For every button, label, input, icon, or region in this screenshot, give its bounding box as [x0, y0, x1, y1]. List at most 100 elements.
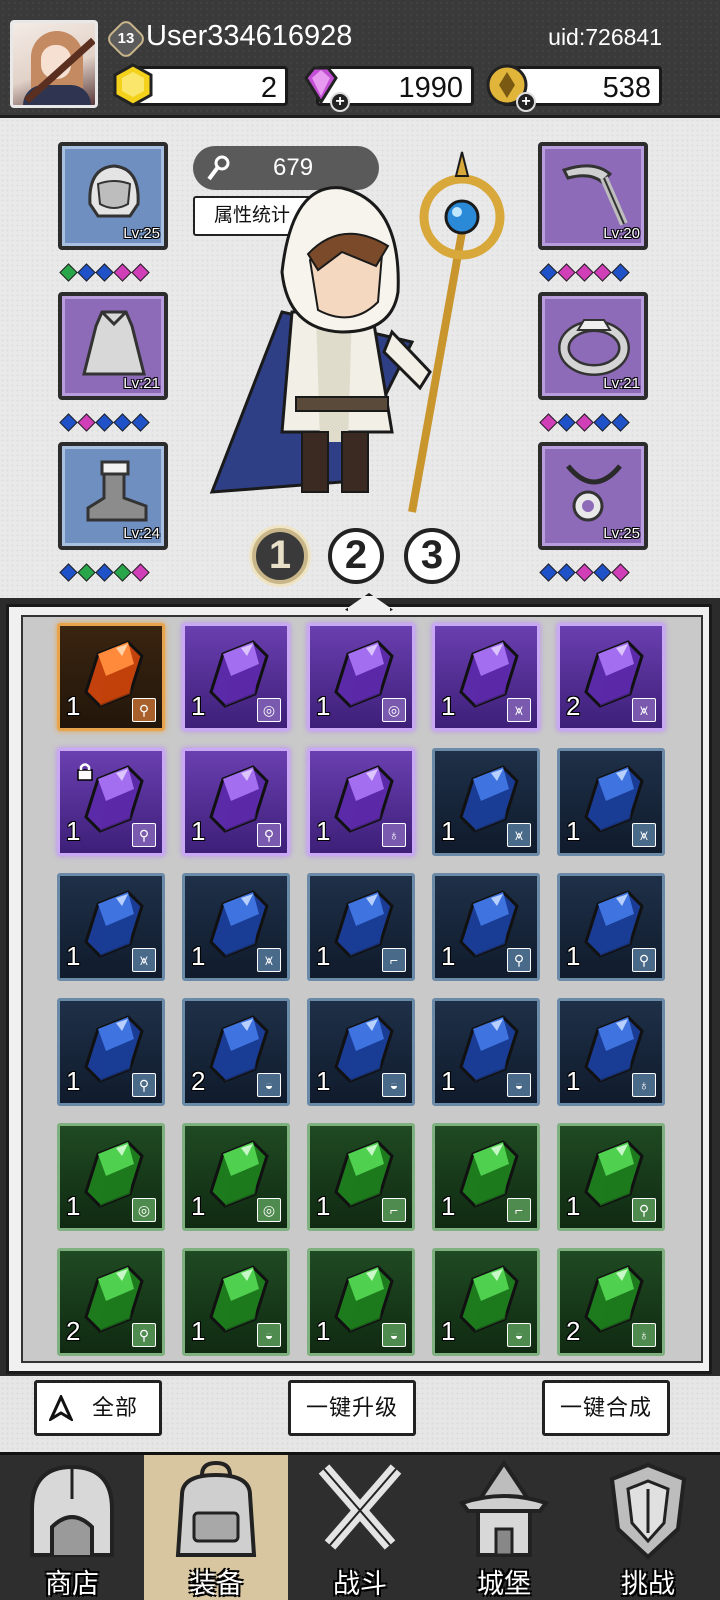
inventory-slot[interactable]: 1 ♁: [307, 748, 415, 856]
item-count: 1: [316, 1316, 331, 1346]
inventory-slot[interactable]: 1 ♁: [557, 998, 665, 1106]
helmet-slot[interactable]: Lv:25: [58, 142, 168, 250]
item-count: 1: [441, 691, 456, 721]
item-count: 1: [316, 816, 331, 846]
armor-gem-row: [59, 413, 150, 432]
upgrade-all-button[interactable]: 一键升级: [288, 1380, 416, 1436]
armor-level: Lv:21: [123, 375, 160, 392]
inventory-slot[interactable]: 1 ◒: [432, 998, 540, 1106]
boots-gem-row: [59, 563, 150, 582]
inventory-slot[interactable]: 2 ⩙: [557, 623, 665, 731]
armor-type-icon: ⩙: [632, 698, 656, 722]
inventory-slot[interactable]: 1 ⩙: [432, 748, 540, 856]
boots-slot[interactable]: Lv:24: [58, 442, 168, 550]
inventory-slot[interactable]: 1 ⩙: [57, 873, 165, 981]
item-count: 1: [441, 1191, 456, 1221]
filter-all-label: 全部: [91, 1395, 138, 1420]
weapon-type-icon: ⚲: [132, 698, 156, 722]
weapon-type-icon: ⚲: [132, 1073, 156, 1097]
coin-value: 538: [602, 72, 651, 104]
inventory-slot[interactable]: 1 ⌐: [432, 1123, 540, 1231]
necklace-type-icon: ♁: [382, 823, 406, 847]
item-count: 1: [441, 1066, 456, 1096]
item-count: 1: [191, 691, 206, 721]
hero-character: [209, 151, 505, 513]
item-count: 1: [566, 941, 581, 971]
player-avatar[interactable]: [10, 20, 98, 108]
player-level: 13: [117, 30, 135, 47]
nav-challenge[interactable]: 挑战: [576, 1455, 720, 1600]
weapon-gem-row: [539, 263, 630, 282]
nav-equipment[interactable]: 装备: [144, 1455, 288, 1600]
item-count: 1: [566, 1066, 581, 1096]
helmet-type-icon: ◒: [507, 1323, 531, 1347]
diamond-value: 1990: [398, 72, 463, 104]
nav-shop[interactable]: 商店: [0, 1455, 144, 1600]
inventory-slot[interactable]: 2 ⚲: [57, 1248, 165, 1356]
nav-shop-label: 商店: [45, 1569, 99, 1599]
inventory-slot[interactable]: 1 ⚲: [57, 623, 165, 731]
inventory-grid[interactable]: 1 ⚲ 1 ◎ 1 ◎ 1 ⩙ 2 ⩙ 1 ⚲ 1 ⚲ 1 ♁ 1 ⩙ 1 ⩙ 1 ⩙ 1 ⩙ 1 ⌐ 1 ⚲ 1 ⚲ 1 ⚲ 2 ◒ 1 ◒ 1 ◒ 1 ♁…: [21, 615, 703, 1363]
inventory-slot[interactable]: 1 ◒: [432, 1248, 540, 1356]
inventory-slot[interactable]: 2 ♁: [557, 1248, 665, 1356]
necklace-type-icon: ♁: [632, 1323, 656, 1347]
loadout-page-3[interactable]: 3: [404, 528, 460, 584]
inventory-slot[interactable]: 1 ⩙: [432, 623, 540, 731]
item-count: 1: [441, 816, 456, 846]
item-count: 1: [191, 1191, 206, 1221]
inventory-slot[interactable]: 1 ⌐: [307, 1123, 415, 1231]
weapon-type-icon: ⚲: [132, 1323, 156, 1347]
item-count: 2: [566, 691, 581, 721]
item-count: 1: [191, 1316, 206, 1346]
backpack-icon: [175, 1460, 257, 1557]
inventory-slot[interactable]: 1 ◒: [307, 998, 415, 1106]
add-diamond-button[interactable]: +: [330, 92, 350, 112]
inventory-slot[interactable]: 1 ⚲: [432, 873, 540, 981]
filter-all-button[interactable]: 全部: [34, 1380, 162, 1436]
inventory-actions: 全部 一键升级 一键合成: [0, 1376, 720, 1452]
inventory-slot[interactable]: 1 ⚲: [57, 998, 165, 1106]
inventory-slot[interactable]: 1 ◒: [307, 1248, 415, 1356]
weapon-type-icon: ⚲: [632, 1198, 656, 1222]
helmet-type-icon: ◒: [382, 1073, 406, 1097]
merge-all-button[interactable]: 一键合成: [542, 1380, 670, 1436]
item-count: 1: [66, 816, 81, 846]
lock-icon: [77, 763, 93, 781]
loadout-page-2[interactable]: 2: [328, 528, 384, 584]
ring-slot[interactable]: Lv:21: [538, 292, 648, 400]
inventory-slot[interactable]: 1 ◎: [307, 623, 415, 731]
boots-type-icon: ⌐: [382, 1198, 406, 1222]
shop-icon: [30, 1464, 114, 1557]
inventory-slot[interactable]: 1 ◎: [57, 1123, 165, 1231]
inventory-slot[interactable]: 2 ◒: [182, 998, 290, 1106]
inventory-slot[interactable]: 1 ◎: [182, 623, 290, 731]
weapon-type-icon: ⚲: [257, 823, 281, 847]
necklace-slot[interactable]: Lv:25: [538, 442, 648, 550]
inventory-slot[interactable]: 1 ⌐: [307, 873, 415, 981]
add-coin-button[interactable]: +: [516, 92, 536, 112]
inventory-slot[interactable]: 1 ⩙: [182, 873, 290, 981]
inventory-slot[interactable]: 1 ⚲: [557, 873, 665, 981]
helmet-type-icon: ◒: [507, 1073, 531, 1097]
loadout-page-1[interactable]: 1: [252, 528, 308, 584]
necklace-icon: [566, 464, 622, 522]
inventory-slot[interactable]: 1 ◎: [182, 1123, 290, 1231]
helmet-gem-row: [59, 263, 150, 282]
weapon-type-icon: ⚲: [132, 823, 156, 847]
inventory-slot[interactable]: 1 ⚲: [182, 748, 290, 856]
armor-slot[interactable]: Lv:21: [58, 292, 168, 400]
inventory-slot[interactable]: 1 ⚲: [557, 1123, 665, 1231]
nav-castle[interactable]: 城堡: [432, 1455, 576, 1600]
weapon-slot[interactable]: Lv:20: [538, 142, 648, 250]
armor-type-icon: ⩙: [632, 823, 656, 847]
top-bar: 13 User334616928 uid:726841 2 1990 + 538…: [0, 0, 720, 118]
inventory-slot[interactable]: 1 ⩙: [557, 748, 665, 856]
boots-type-icon: ⌐: [382, 948, 406, 972]
inventory-slot[interactable]: 1 ◒: [182, 1248, 290, 1356]
nav-battle[interactable]: 战斗: [288, 1455, 432, 1600]
item-count: 2: [191, 1066, 206, 1096]
item-count: 1: [441, 1316, 456, 1346]
inventory-slot[interactable]: 1 ⚲: [57, 748, 165, 856]
necklace-gem-row: [539, 563, 630, 582]
item-count: 1: [441, 941, 456, 971]
